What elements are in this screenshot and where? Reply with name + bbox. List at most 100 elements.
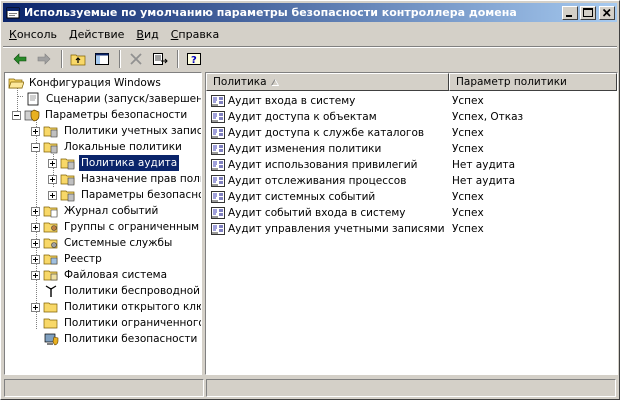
tree-item-restricted-groups[interactable]: Группы с ограниченным дос xyxy=(31,219,201,235)
tree-item-event-log[interactable]: Журнал событий xyxy=(31,203,160,219)
policy-name: Аудит системных событий xyxy=(228,191,376,203)
tree-item-windows-config[interactable]: Конфигурация Windows xyxy=(8,75,163,91)
console-tree-icon xyxy=(95,52,109,65)
tree-item-software-restriction[interactable]: Политики ограниченного ис xyxy=(43,315,201,331)
mmc-app-icon xyxy=(6,7,20,18)
sort-ascending-icon xyxy=(271,79,279,86)
tree-item-registry[interactable]: Реестр xyxy=(31,251,104,267)
details-list[interactable]: Политика Параметр политики Аудит входа в… xyxy=(205,72,618,375)
tree-item-wireless[interactable]: Политики беспроводной сет xyxy=(43,283,201,299)
tree-item-ip-security[interactable]: Политики безопасности IP н xyxy=(43,331,201,347)
collapse-icon[interactable] xyxy=(12,110,21,120)
column-header-label: Параметр политики xyxy=(456,76,567,88)
ip-security-icon xyxy=(44,333,59,346)
event-log-folder-icon xyxy=(43,206,58,218)
tree-item-security-options[interactable]: Параметры безопаснос xyxy=(48,187,202,203)
expand-icon[interactable] xyxy=(48,158,57,168)
delete-button[interactable] xyxy=(125,49,147,69)
tree-item-label: Назначение прав пользо xyxy=(81,173,201,185)
policy-name: Аудит событий входа в систему xyxy=(228,207,406,219)
title-bar[interactable]: Используемые по умолчанию параметры безо… xyxy=(3,3,617,22)
export-list-button[interactable] xyxy=(149,49,171,69)
policy-row[interactable]: Аудит входа в систему Успех xyxy=(206,93,617,109)
back-arrow-icon xyxy=(13,52,27,65)
tree-item-label: Параметры безопасности xyxy=(45,109,188,121)
svg-text:?: ? xyxy=(191,55,197,66)
minimize-button[interactable] xyxy=(562,5,578,20)
delete-x-icon xyxy=(130,52,142,65)
tree-item-label: Политики открытого ключа xyxy=(64,301,201,313)
policy-folder-icon xyxy=(60,174,75,186)
tree-item-label: Файловая система xyxy=(64,269,168,281)
policy-name: Аудит отслеживания процессов xyxy=(228,175,407,187)
security-settings-icon xyxy=(24,109,40,122)
menu-view[interactable]: Вид xyxy=(130,26,164,43)
column-header-policy[interactable]: Политика xyxy=(206,73,449,91)
policy-name: Аудит доступа к службе каталогов xyxy=(228,127,425,139)
menu-console[interactable]: Консоль xyxy=(3,26,63,43)
policy-row[interactable]: Аудит событий входа в систему Успех xyxy=(206,205,617,221)
help-button[interactable]: ? xyxy=(183,49,205,69)
tree-item-public-key[interactable]: Политики открытого ключа xyxy=(31,299,201,315)
tree-item-label: Параметры безопаснос xyxy=(81,189,202,201)
folder-icon xyxy=(43,318,58,329)
policy-row[interactable]: Аудит использования привилегий Нет аудита xyxy=(206,157,617,173)
policy-setting: Успех xyxy=(452,223,484,235)
expand-icon[interactable] xyxy=(31,126,40,136)
audit-policy-icon xyxy=(211,175,225,187)
collapse-icon[interactable] xyxy=(31,142,40,152)
tree-item-user-rights[interactable]: Назначение прав пользо xyxy=(48,171,201,187)
audit-policy-icon xyxy=(211,143,225,155)
export-list-icon xyxy=(153,52,168,65)
tree-item-label: Политика аудита xyxy=(77,154,181,172)
tree-item-local-policies[interactable]: Локальные политики xyxy=(31,139,184,155)
expand-icon[interactable] xyxy=(48,190,57,200)
tree-item-file-system[interactable]: Файловая система xyxy=(31,267,169,283)
registry-folder-icon xyxy=(43,254,58,265)
tree-item-security-settings[interactable]: Параметры безопасности xyxy=(12,107,189,123)
list-header: Политика Параметр политики xyxy=(206,73,617,91)
mmc-window: Используемые по умолчанию параметры безо… xyxy=(0,0,620,400)
column-header-setting[interactable]: Параметр политики xyxy=(449,73,617,91)
expand-icon[interactable] xyxy=(31,302,40,312)
folder-open-icon xyxy=(8,78,24,89)
policy-setting: Нет аудита xyxy=(452,159,516,171)
status-panel xyxy=(4,379,204,397)
policy-row[interactable]: Аудит системных событий Успех xyxy=(206,189,617,205)
toolbar-separator xyxy=(177,49,179,68)
menu-action[interactable]: Действие xyxy=(63,26,130,43)
expand-icon[interactable] xyxy=(31,254,40,264)
expand-icon[interactable] xyxy=(31,206,40,216)
expand-icon[interactable] xyxy=(48,174,57,184)
tree-item-audit-policy[interactable]: Политика аудита xyxy=(48,154,181,172)
help-icon: ? xyxy=(187,52,201,66)
close-button[interactable] xyxy=(599,5,615,20)
policy-setting: Успех, Отказ xyxy=(452,111,524,123)
console-tree[interactable]: Конфигурация Windows Сценарии (запуск/за… xyxy=(4,72,202,375)
maximize-button[interactable] xyxy=(580,5,596,20)
folder-up-icon xyxy=(70,54,86,65)
up-level-button[interactable] xyxy=(67,49,89,69)
show-hide-tree-button[interactable] xyxy=(91,49,113,69)
policy-row[interactable]: Аудит изменения политики Успех xyxy=(206,141,617,157)
tree-item-system-services[interactable]: Системные службы xyxy=(31,235,174,251)
policy-row[interactable]: Аудит доступа к службе каталогов Успех xyxy=(206,125,617,141)
tree-item-scripts[interactable]: Сценарии (запуск/завершение) xyxy=(25,91,202,107)
expand-icon[interactable] xyxy=(31,222,40,232)
tree-item-account-policies[interactable]: Политики учетных записей xyxy=(31,123,201,139)
policy-row[interactable]: Аудит доступа к объектам Успех, Отказ xyxy=(206,109,617,125)
tree-item-label: Сценарии (запуск/завершение) xyxy=(46,93,202,105)
tree-connector xyxy=(17,96,23,97)
expand-icon[interactable] xyxy=(31,238,40,248)
policy-name: Аудит изменения политики xyxy=(228,143,382,155)
wireless-antenna-icon xyxy=(45,285,57,297)
forward-button[interactable] xyxy=(33,49,55,69)
back-button[interactable] xyxy=(9,49,31,69)
policy-row[interactable]: Аудит управления учетными записями Успех xyxy=(206,221,617,237)
minimize-icon xyxy=(566,14,572,17)
script-document-icon xyxy=(27,92,39,106)
policy-name: Аудит управления учетными записями xyxy=(228,223,445,235)
menu-help[interactable]: Справка xyxy=(165,26,225,43)
policy-row[interactable]: Аудит отслеживания процессов Нет аудита xyxy=(206,173,617,189)
expand-icon[interactable] xyxy=(31,270,40,280)
